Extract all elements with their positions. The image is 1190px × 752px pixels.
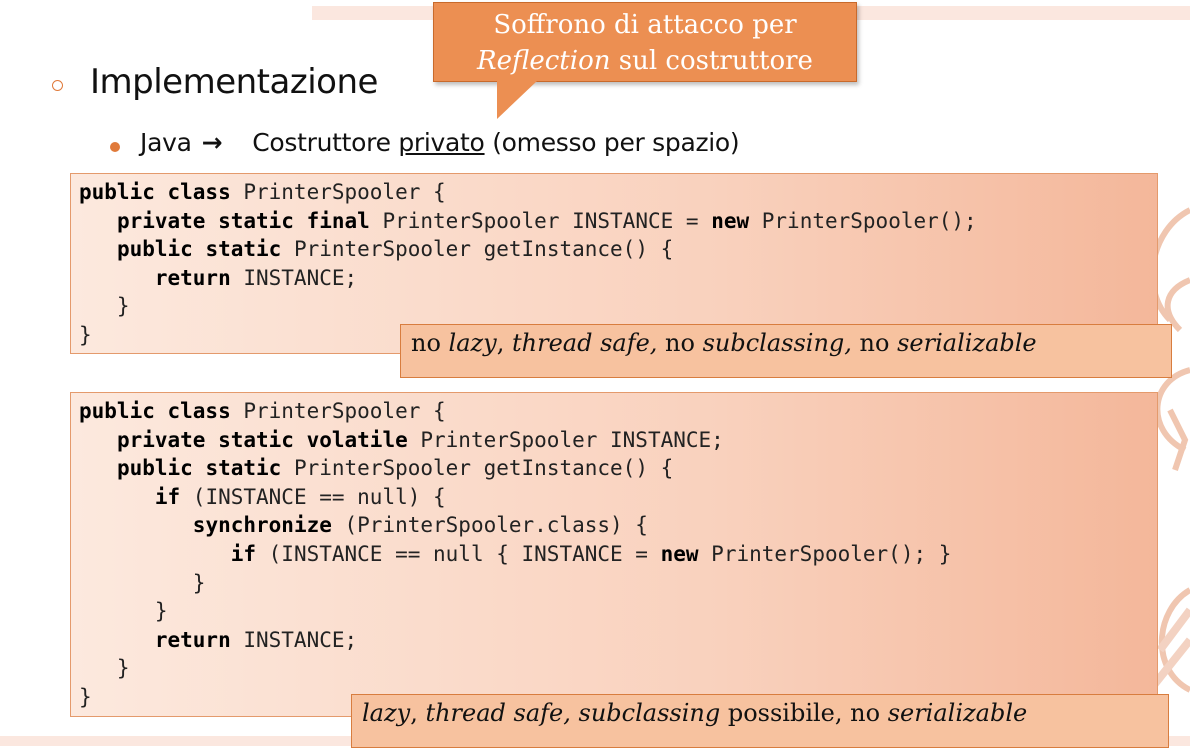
code-line: if (INSTANCE == null { INSTANCE = new Pr… [79,540,1157,569]
note-italic: thread safe, [425,699,571,727]
code-line: public static PrinterSpooler getInstance… [79,235,1157,264]
code-text: PrinterSpooler getInstance() { [281,237,674,262]
callout-pointer [497,81,537,119]
subpoint-underlined: privato [398,128,485,157]
code-text: PrinterSpooler(); } [698,541,952,566]
code-text: PrinterSpooler INSTANCE = [369,208,712,233]
callout-rest: sul costruttore [610,46,813,76]
code-line: synchronize (PrinterSpooler.class) { [79,511,1157,540]
note-italic: serializable [887,699,1028,727]
code-line: return INSTANCE; [79,626,1157,655]
note-text: possibile, no [720,699,888,727]
code-line: } [79,599,168,624]
language-label: Java [140,128,192,157]
code-line: public class PrinterSpooler { [79,397,1157,426]
note-italic: lazy [362,699,411,727]
code-line: if (INSTANCE == null) { [79,483,1157,512]
callout-italic: Reflection [477,46,611,76]
note-text: , [496,329,512,357]
subpoint-text-after: (omesso per spazio) [484,128,740,157]
code-line: } [79,294,130,319]
note-italic: subclassing [578,699,721,727]
code-line: return INSTANCE; [79,264,1157,293]
arrow-icon: → [201,128,223,157]
code-keyword: synchronize [192,513,332,538]
hollow-bullet-icon [52,80,63,91]
java-subpoint: Java → Costruttore privato (omesso per spa… [140,128,740,157]
code-text: PrinterSpooler { [230,180,446,204]
code-keyword: new [711,208,750,233]
code-text: (INSTANCE == null) { [180,484,446,509]
code-line: private static final PrinterSpooler INST… [79,207,1157,236]
code-text: INSTANCE; [230,627,358,652]
code-block-lazy: public class PrinterSpooler { private st… [70,392,1158,717]
code-text: (PrinterSpooler.class) { [331,513,648,538]
lazy-properties-note: lazy, thread safe, subclassing possibile… [351,694,1169,748]
code-text: PrinterSpooler INSTANCE; [407,427,724,452]
note-text: no [657,329,703,357]
callout-line-1: Soffrono di attacco per [493,10,797,40]
code-keyword: public class [79,399,231,423]
note-text: no [851,329,898,357]
code-line: public static PrinterSpooler getInstance… [79,454,1157,483]
code-line: private static volatile PrinterSpooler I… [79,426,1157,455]
code-text: (INSTANCE == null { INSTANCE = [256,541,661,566]
code-text: PrinterSpooler { [230,399,446,423]
code-keyword: if [154,484,181,509]
code-keyword: public class [79,180,231,204]
filled-bullet-icon [110,142,120,152]
code-keyword: private static volatile [116,427,408,452]
note-italic: serializable [897,329,1037,357]
reflection-callout: Soffrono di attacco per Reflection sul c… [433,2,857,82]
code-keyword: new [660,541,699,566]
note-text [571,699,579,727]
code-keyword: if [230,541,257,566]
note-italic: lazy [448,329,497,357]
code-text: INSTANCE; [230,265,358,290]
code-text: PrinterSpooler getInstance() { [281,456,674,481]
note-text: , [410,699,426,727]
code-line: public class PrinterSpooler { [79,178,1157,207]
section-heading: Implementazione [90,62,378,102]
eager-properties-note: no lazy, thread safe, no subclassing, no… [400,324,1172,378]
code-line: } [79,656,130,681]
code-keyword: private static final [116,208,370,233]
note-italic: thread safe, [512,329,658,357]
code-line: } [79,570,206,595]
subpoint-text-before: Costruttore [252,128,399,157]
code-keyword: public static [116,456,282,481]
code-keyword: return [154,627,231,652]
note-text: no [411,329,449,357]
code-keyword: public static [116,237,282,262]
code-text: PrinterSpooler(); [749,208,977,233]
note-italic: subclassing, [702,329,852,357]
code-keyword: return [154,265,231,290]
callout-line-2: Reflection sul costruttore [434,43,856,79]
